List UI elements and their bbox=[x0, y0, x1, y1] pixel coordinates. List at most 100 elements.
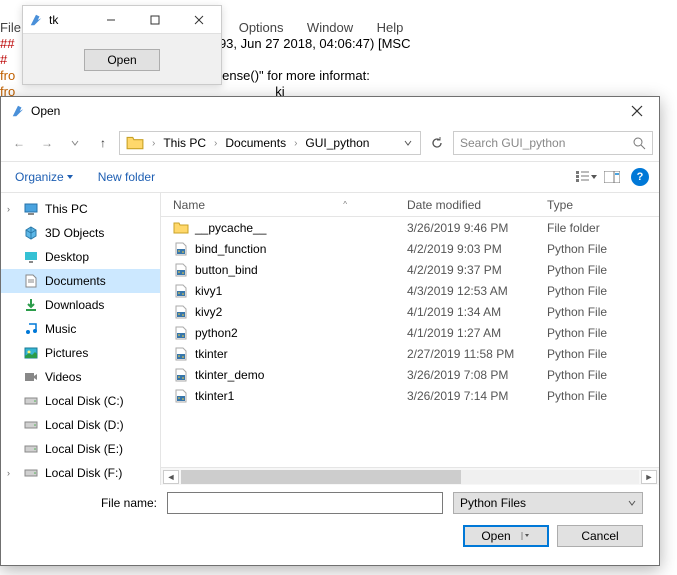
tk-window-title: tk bbox=[49, 13, 89, 27]
sidebar-item[interactable]: Desktop bbox=[1, 245, 160, 269]
horizontal-scrollbar[interactable]: ◄ ► bbox=[161, 467, 659, 485]
file-row[interactable]: bind_function4/2/2019 9:03 PMPython File bbox=[161, 238, 659, 259]
sidebar-item-label: Desktop bbox=[45, 250, 89, 264]
file-list-header: Name^ Date modified Type bbox=[161, 193, 659, 217]
refresh-button[interactable] bbox=[425, 131, 449, 155]
column-header-type[interactable]: Type bbox=[547, 198, 659, 212]
disk-icon bbox=[23, 393, 39, 409]
file-type-filter[interactable]: Python Files bbox=[453, 492, 643, 514]
py-icon bbox=[173, 283, 189, 299]
feather-icon bbox=[29, 13, 43, 27]
preview-pane-button[interactable] bbox=[601, 166, 623, 188]
tk-titlebar[interactable]: tk bbox=[23, 6, 221, 34]
breadcrumb-item[interactable]: GUI_python bbox=[301, 134, 373, 152]
new-folder-button[interactable]: New folder bbox=[94, 166, 159, 188]
scroll-track[interactable] bbox=[181, 470, 639, 484]
toolbar: Organize New folder ? bbox=[1, 161, 659, 193]
sidebar-item[interactable]: ›Local Disk (F:) bbox=[1, 461, 160, 485]
sidebar-item[interactable]: Downloads bbox=[1, 293, 160, 317]
dialog-title: Open bbox=[31, 104, 615, 118]
chevron-right-icon: › bbox=[148, 138, 159, 149]
minimize-button[interactable] bbox=[89, 6, 133, 34]
close-button[interactable] bbox=[177, 6, 221, 34]
file-row[interactable]: button_bind 4/2/2019 9:37 PMPython File bbox=[161, 259, 659, 280]
filename-row: File name: Python Files bbox=[1, 485, 659, 521]
sidebar-item[interactable]: Music bbox=[1, 317, 160, 341]
column-header-date[interactable]: Date modified bbox=[407, 198, 547, 212]
tk-open-button[interactable]: Open bbox=[84, 49, 159, 71]
folder-icon bbox=[126, 134, 144, 152]
sidebar-item[interactable]: Local Disk (D:) bbox=[1, 413, 160, 437]
breadcrumb-item[interactable]: This PC bbox=[159, 134, 210, 152]
maximize-button[interactable] bbox=[133, 6, 177, 34]
file-name: button_bind bbox=[195, 263, 258, 277]
sidebar-item[interactable]: Local Disk (E:) bbox=[1, 437, 160, 461]
sort-arrow-icon: ^ bbox=[343, 200, 347, 209]
chevron-down-icon bbox=[66, 173, 74, 181]
nav-recent-button[interactable] bbox=[63, 131, 87, 155]
sidebar: ›This PC3D Objects Desktop Documents Downlo… bbox=[1, 193, 161, 485]
dialog-buttons: Open Cancel bbox=[1, 521, 659, 565]
open-button[interactable]: Open bbox=[463, 525, 549, 547]
py-icon bbox=[173, 304, 189, 320]
file-date: 4/3/2019 12:53 AM bbox=[407, 284, 547, 298]
file-name: __pycache__ bbox=[195, 221, 266, 235]
file-date: 4/2/2019 9:37 PM bbox=[407, 263, 547, 277]
py-icon bbox=[173, 367, 189, 383]
chevron-down-icon bbox=[628, 499, 636, 507]
file-row[interactable]: python24/1/2019 1:27 AMPython File bbox=[161, 322, 659, 343]
nav-forward-button[interactable]: → bbox=[35, 131, 59, 155]
sidebar-item[interactable]: Documents bbox=[1, 269, 160, 293]
file-date: 4/2/2019 9:03 PM bbox=[407, 242, 547, 256]
docs-icon bbox=[23, 273, 39, 289]
tk-window: tk Open bbox=[22, 5, 222, 85]
sidebar-item[interactable]: Pictures bbox=[1, 341, 160, 365]
search-icon bbox=[632, 136, 646, 150]
folder-icon bbox=[173, 220, 189, 236]
file-row[interactable]: tkinter_demo3/26/2019 7:08 PMPython File bbox=[161, 364, 659, 385]
file-row[interactable]: tkinter2/27/2019 11:58 PMPython File bbox=[161, 343, 659, 364]
file-row[interactable]: __pycache__3/26/2019 9:46 PMFile folder bbox=[161, 217, 659, 238]
scroll-left-button[interactable]: ◄ bbox=[163, 470, 179, 484]
organize-menu[interactable]: Organize bbox=[11, 166, 78, 188]
file-type: Python File bbox=[547, 263, 659, 277]
sidebar-item-label: Downloads bbox=[45, 298, 104, 312]
cancel-button[interactable]: Cancel bbox=[557, 525, 643, 547]
feather-icon bbox=[11, 104, 25, 118]
nav-back-button[interactable]: ← bbox=[7, 131, 31, 155]
file-type: File folder bbox=[547, 221, 659, 235]
file-type: Python File bbox=[547, 326, 659, 340]
column-header-name[interactable]: Name^ bbox=[173, 198, 407, 212]
breadcrumb[interactable]: › This PC › Documents › GUI_python bbox=[119, 131, 421, 155]
sidebar-item[interactable]: ›This PC bbox=[1, 197, 160, 221]
sidebar-item[interactable]: Videos bbox=[1, 365, 160, 389]
dialog-close-button[interactable] bbox=[615, 97, 659, 125]
file-name: tkinter bbox=[195, 347, 228, 361]
file-name: kivy2 bbox=[195, 305, 222, 319]
help-button[interactable]: ? bbox=[631, 168, 649, 186]
desktop-icon bbox=[23, 249, 39, 265]
dialog-titlebar[interactable]: Open bbox=[1, 97, 659, 125]
sidebar-item[interactable]: Local Disk (C:) bbox=[1, 389, 160, 413]
sidebar-item-label: Documents bbox=[45, 274, 106, 288]
file-row[interactable]: kivy14/3/2019 12:53 AMPython File bbox=[161, 280, 659, 301]
sidebar-item-label: Local Disk (C:) bbox=[45, 394, 124, 408]
nav-up-button[interactable]: ↑ bbox=[91, 131, 115, 155]
sidebar-item[interactable]: 3D Objects bbox=[1, 221, 160, 245]
py-icon bbox=[173, 262, 189, 278]
search-input[interactable]: Search GUI_python bbox=[453, 131, 653, 155]
file-type: Python File bbox=[547, 284, 659, 298]
expand-chevron-icon: › bbox=[7, 204, 17, 214]
file-row[interactable]: kivy24/1/2019 1:34 AMPython File bbox=[161, 301, 659, 322]
breadcrumb-dropdown[interactable] bbox=[398, 136, 418, 150]
breadcrumb-item[interactable]: Documents bbox=[221, 134, 290, 152]
view-menu[interactable] bbox=[575, 166, 597, 188]
videos-icon bbox=[23, 369, 39, 385]
file-list[interactable]: __pycache__3/26/2019 9:46 PMFile folder b… bbox=[161, 217, 659, 467]
file-row[interactable]: tkinter13/26/2019 7:14 PMPython File bbox=[161, 385, 659, 406]
filename-input[interactable] bbox=[167, 492, 443, 514]
file-date: 4/1/2019 1:27 AM bbox=[407, 326, 547, 340]
scroll-thumb[interactable] bbox=[181, 470, 461, 484]
scroll-right-button[interactable]: ► bbox=[641, 470, 657, 484]
file-name: bind_function bbox=[195, 242, 266, 256]
